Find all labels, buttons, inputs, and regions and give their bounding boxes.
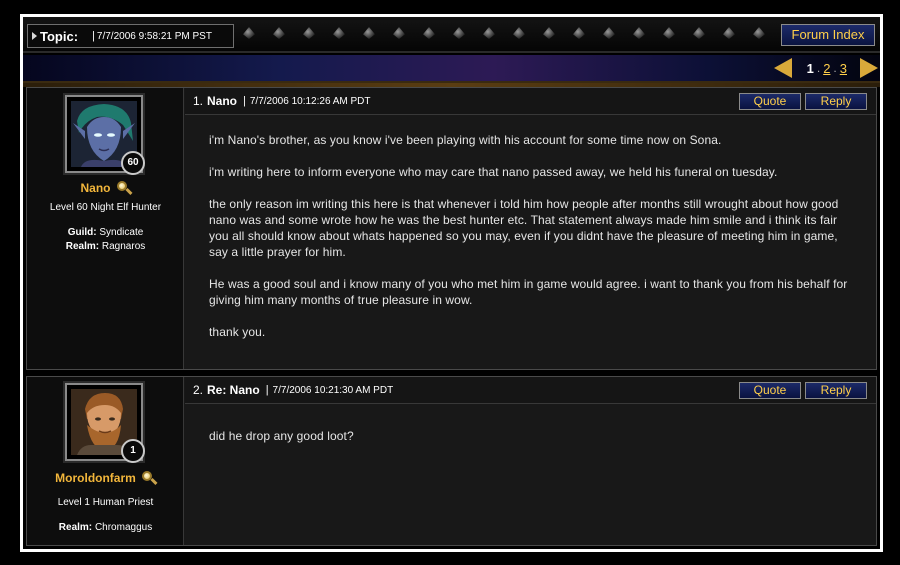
rivet-icon [363,27,375,39]
pagination-bar: 1 . 2 . 3 [23,55,880,87]
rivet-icon [693,27,705,39]
arrow-right-icon [32,32,37,40]
post-date: 7/7/2006 10:21:30 AM PDT [272,384,394,396]
topic-label: Topic: [40,28,79,44]
rivet-icon [423,27,435,39]
author-class: Level 1 Human Priest [57,497,154,508]
rivet-icon [393,27,405,39]
forum-post: 60 Nano Level 60 Night Elf Hunter Guild:… [26,87,877,370]
post-paragraph: did he drop any good loot? [209,429,354,443]
quote-button[interactable]: Quote [739,382,801,399]
post-title: Re: Nano [207,383,260,397]
rivet-icon [243,27,255,39]
post-separator: | [265,384,269,396]
author-name[interactable]: Moroldonfarm [55,471,136,485]
post-paragraph: i'm Nano's brother, as you know i've bee… [209,133,722,147]
rivet-decoration [241,27,771,41]
author-realm: Realm: Chromaggus [27,521,184,535]
author-guild-realm: Guild: Syndicate Realm: Ragnaros [27,226,184,254]
page-separator: . [833,61,837,75]
post-title: Nano [207,94,238,108]
post-body: i'm Nano's brother, as you know i've bee… [185,115,876,340]
rivet-icon [303,27,315,39]
topic-box: Topic: | 7/7/2006 9:58:21 PM PST [27,24,234,48]
guild-label: Guild: [67,227,97,238]
page-link-2[interactable]: 2 [823,61,830,76]
realm-label: Realm: [65,241,100,252]
author-name-row: Moroldonfarm [27,470,184,486]
post-body: did he drop any good loot? [185,404,876,444]
page-separator: . [816,61,821,75]
rivet-icon [453,27,465,39]
rivet-icon [273,27,285,39]
post-number: 2. [193,383,204,397]
current-page: 1 [806,60,814,76]
realm-name: Chromaggus [94,522,153,533]
rivet-icon [603,27,615,39]
guild-name: Syndicate [99,227,144,238]
level-badge: 60 [121,151,145,175]
forum-post: 1 Moroldonfarm Level 1 Human Priest Real… [26,376,877,546]
magnifier-search-icon[interactable] [141,470,158,486]
post-content: 2. Re: Nano | 7/7/2006 10:21:30 AM PDT Q… [185,377,876,545]
rivet-icon [573,27,585,39]
author-panel: 1 Moroldonfarm Level 1 Human Priest Real… [27,377,184,545]
post-paragraph: i'm writing here to inform everyone who … [209,165,778,179]
quote-button[interactable]: Quote [739,93,801,110]
rivet-icon [663,27,675,39]
avatar[interactable]: 60 [65,95,145,175]
post-content: 1. Nano | 7/7/2006 10:12:26 AM PDT Quote… [185,88,876,369]
post-header: 2. Re: Nano | 7/7/2006 10:21:30 AM PDT Q… [185,377,876,404]
topic-bar: Topic: | 7/7/2006 9:58:21 PM PST Forum I… [23,17,880,53]
forum-index-button[interactable]: Forum Index [781,24,875,46]
avatar[interactable]: 1 [65,383,145,463]
author-name-row: Nano [27,180,184,196]
rivet-icon [543,27,555,39]
rivet-icon [633,27,645,39]
author-name[interactable]: Nano [81,181,111,195]
realm-label: Realm: [58,522,93,533]
post-paragraph: He was a good soul and i know many of yo… [209,277,848,307]
level-badge: 1 [121,439,145,463]
post-separator: | [243,95,246,107]
author-panel: 60 Nano Level 60 Night Elf Hunter Guild:… [27,88,184,369]
post-header: 1. Nano | 7/7/2006 10:12:26 AM PDT Quote… [185,88,876,115]
reply-button[interactable]: Reply [805,382,867,399]
rivet-icon [333,27,345,39]
rivet-icon [723,27,735,39]
rivet-icon [513,27,525,39]
rivet-icon [483,27,495,39]
prev-page-arrow-icon[interactable] [773,58,792,78]
topic-separator: | [92,30,95,42]
reply-button[interactable]: Reply [805,93,867,110]
topic-date: 7/7/2006 9:58:21 PM PST [96,30,212,42]
next-page-arrow-icon[interactable] [860,58,878,78]
author-class: Level 60 Night Elf Hunter [49,202,162,213]
post-paragraph: thank you. [209,325,266,339]
pagination: 1 . 2 . 3 [773,57,878,79]
post-number: 1. [193,94,204,108]
post-paragraph: the only reason im writing this here is … [209,197,839,259]
realm-name: Ragnaros [101,241,146,252]
rivet-icon [753,27,765,39]
forum-frame: Topic: | 7/7/2006 9:58:21 PM PST Forum I… [20,14,883,552]
post-date: 7/7/2006 10:12:26 AM PDT [249,95,371,107]
magnifier-search-icon[interactable] [116,180,133,196]
page-link-3[interactable]: 3 [840,61,847,76]
